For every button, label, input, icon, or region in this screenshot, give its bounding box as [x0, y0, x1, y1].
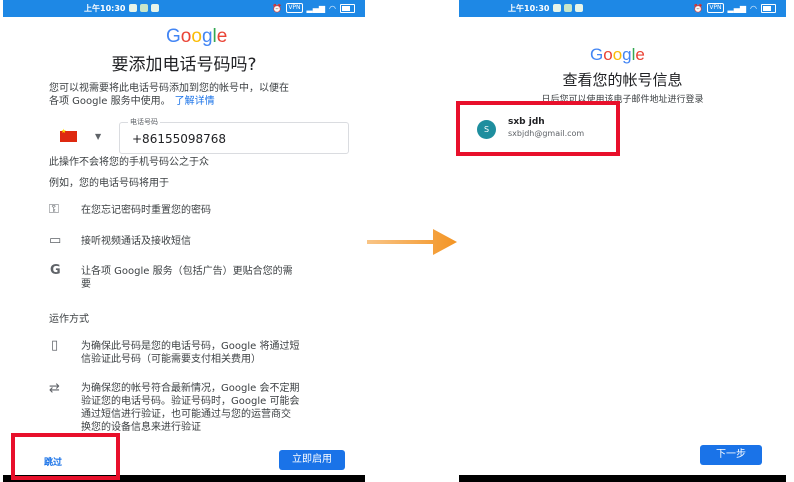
key-icon: ⚿ [49, 202, 59, 217]
learn-more-link[interactable]: 了解详情 [175, 96, 215, 107]
how-sms-line2: 信验证此号码（可能需要支付相关费用） [81, 354, 261, 365]
account-highlight-box [456, 101, 620, 156]
left-phone-screen: 上午10:30 ⏰ VPN ▂▄▆ ◠ Google 要添加电话号码吗? 您可以… [3, 0, 365, 482]
google-logo: Google [590, 45, 645, 64]
status-time: 上午10:30 [508, 4, 550, 13]
enable-now-button[interactable]: 立即启用 [279, 450, 345, 470]
wifi-icon: ◠ [329, 3, 336, 13]
use-reset-password: 在您忘记密码时重置您的密码 [81, 205, 211, 216]
orange-arrow-icon [367, 229, 457, 255]
not-public-text: 此操作不会将您的手机号码公之于众 [49, 157, 209, 168]
use-video-sms: 接听视频通话及接收短信 [81, 236, 191, 247]
battery-icon [761, 3, 776, 13]
use-personalize-line1: 让各项 Google 服务（包括广告）更贴合您的需 [81, 266, 293, 277]
how-it-works-title: 运作方式 [49, 314, 89, 325]
notification-icons [129, 4, 159, 12]
status-time: 上午10:30 [84, 4, 126, 13]
notification-icon [151, 4, 159, 12]
chevron-down-icon[interactable]: ▼ [95, 132, 101, 141]
sync-icon: ⇄ [49, 381, 60, 396]
phone-number-label: 电话号码 [128, 117, 160, 127]
video-icon: ▭ [49, 233, 62, 248]
navigation-bar [459, 475, 786, 482]
notification-icon [564, 4, 572, 12]
notification-icon [129, 4, 137, 12]
google-logo: Google [166, 26, 228, 47]
signal-icon: ▂▄▆ [306, 3, 326, 13]
vpn-badge: VPN [707, 3, 724, 13]
phone-number-field[interactable]: 电话号码 +86155098768 [119, 117, 349, 154]
notification-icon [553, 4, 561, 12]
notification-icon [575, 4, 583, 12]
page-title: 要添加电话号码吗? [111, 55, 257, 75]
google-g-icon: G [50, 263, 61, 278]
phone-number-input[interactable]: +86155098768 [132, 132, 226, 146]
page-title: 查看您的帐号信息 [562, 71, 683, 89]
notification-icons [553, 4, 583, 12]
system-icons: ⏰ VPN ▂▄▆ ◠ [693, 3, 776, 13]
battery-icon [340, 3, 355, 13]
next-button[interactable]: 下一步 [700, 445, 762, 465]
system-icons: ⏰ VPN ▂▄▆ ◠ [272, 3, 355, 13]
intro-text-line2: 各项 Google 服务中使用。 了解详情 [49, 96, 215, 107]
alarm-icon: ⏰ [272, 3, 283, 13]
notification-icon [140, 4, 148, 12]
phone-icon: ▯ [51, 338, 59, 353]
right-phone-screen: 上午10:30 ⏰ VPN ▂▄▆ ◠ Google 查看您的帐号信息 日后您可… [459, 0, 786, 482]
status-bar: 上午10:30 ⏰ VPN ▂▄▆ ◠ [459, 0, 786, 17]
alarm-icon: ⏰ [693, 3, 704, 13]
example-text: 例如，您的电话号码将用于 [49, 178, 169, 189]
status-bar: 上午10:30 ⏰ VPN ▂▄▆ ◠ [3, 0, 365, 17]
signal-icon: ▂▄▆ [727, 3, 747, 13]
vpn-badge: VPN [286, 3, 303, 13]
wifi-icon: ◠ [750, 3, 757, 13]
skip-highlight-box [11, 433, 120, 480]
china-flag-icon[interactable] [60, 128, 77, 142]
use-personalize-line2: 要 [81, 279, 91, 290]
